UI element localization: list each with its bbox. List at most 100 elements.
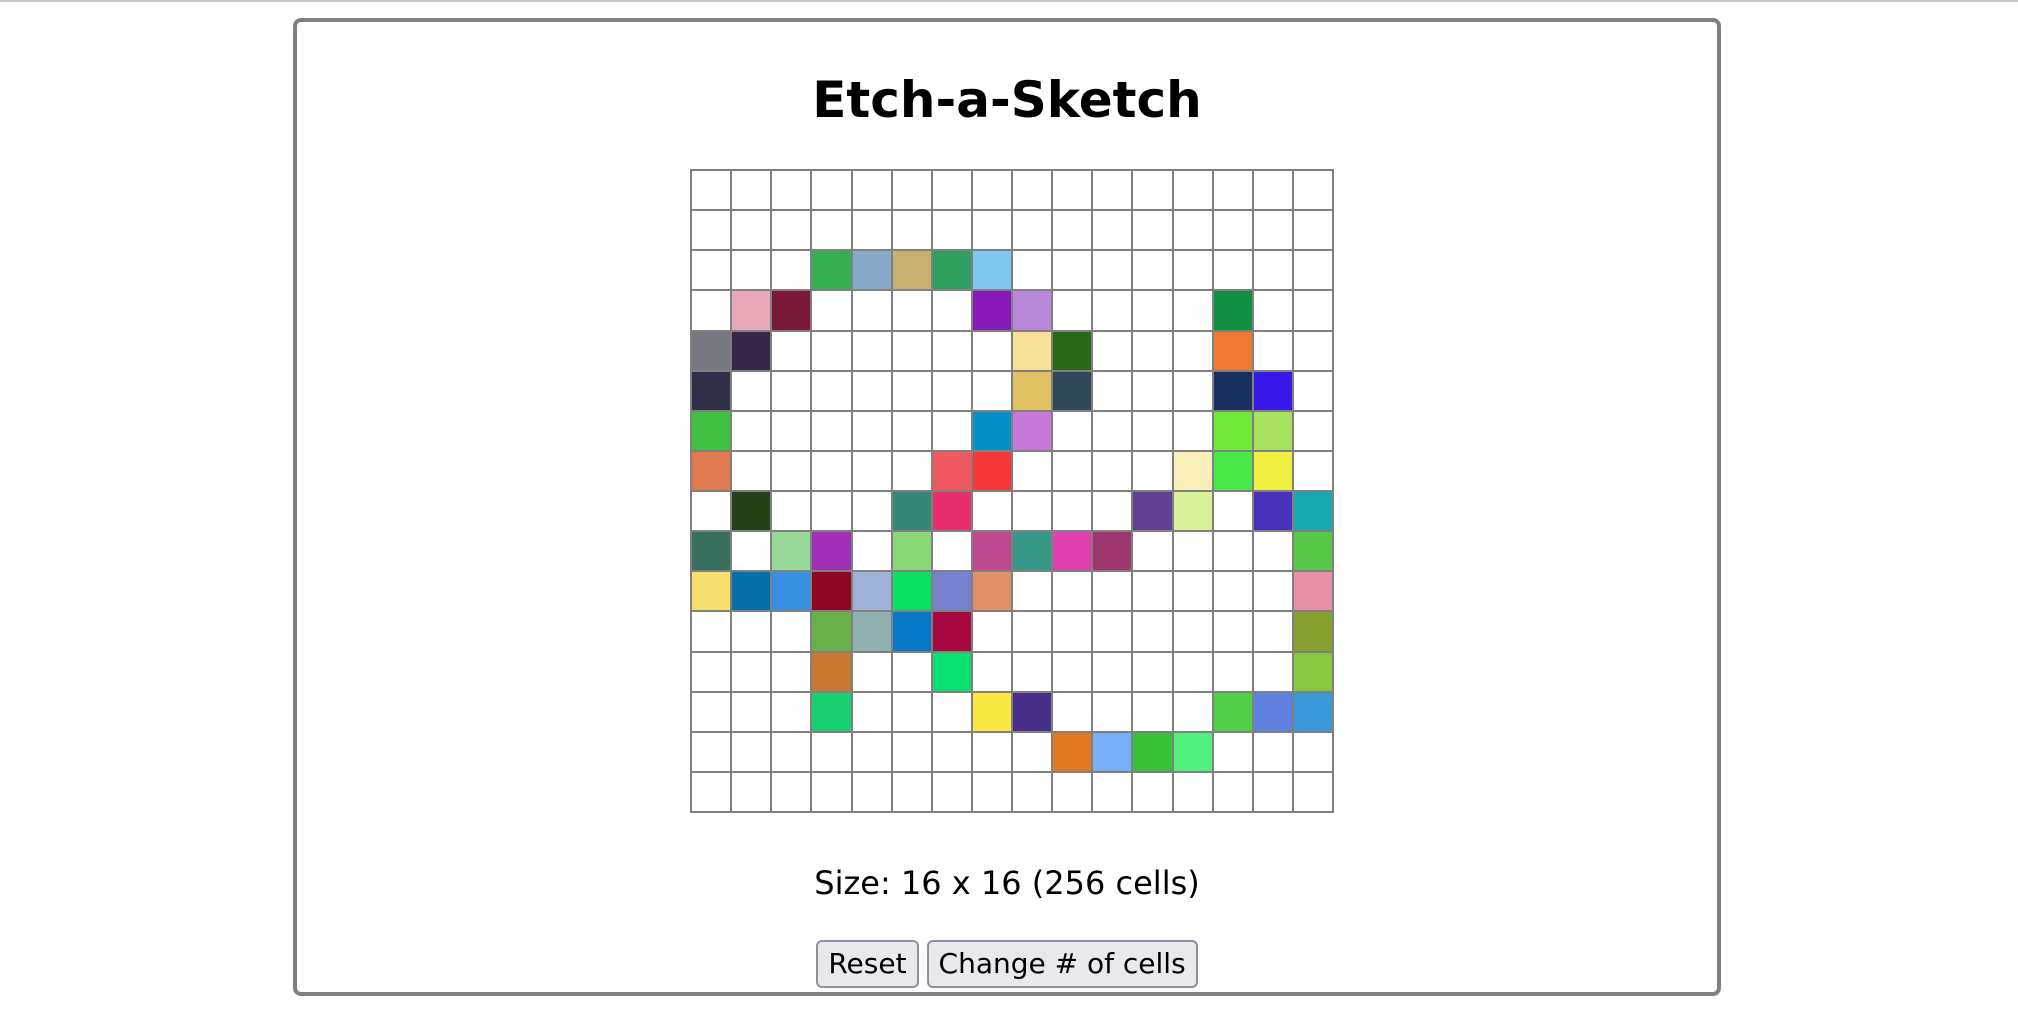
grid-cell[interactable] [1131,650,1174,693]
grid-cell[interactable] [1291,289,1334,332]
grid-cell[interactable] [770,490,813,533]
grid-cell[interactable] [1291,730,1334,773]
grid-cell[interactable] [850,690,893,733]
grid-cell[interactable] [810,490,853,533]
grid-cell[interactable] [890,690,933,733]
grid-cell[interactable] [970,770,1013,813]
grid-cell[interactable] [690,650,733,693]
grid-cell[interactable] [1091,209,1134,252]
grid-cell[interactable] [770,369,813,412]
grid-cell[interactable] [730,449,773,492]
grid-cell[interactable] [1171,690,1214,733]
grid-cell[interactable] [1131,530,1174,573]
grid-cell[interactable] [730,289,773,332]
grid-cell[interactable] [1091,730,1134,773]
grid-cell[interactable] [1211,490,1254,533]
grid-cell[interactable] [810,169,853,212]
grid-cell[interactable] [810,690,853,733]
grid-cell[interactable] [1171,209,1214,252]
grid-cell[interactable] [1211,449,1254,492]
grid-cell[interactable] [890,409,933,452]
grid-cell[interactable] [1051,610,1094,653]
grid-cell[interactable] [810,530,853,573]
grid-cell[interactable] [890,449,933,492]
grid-cell[interactable] [970,690,1013,733]
grid-cell[interactable] [1211,329,1254,372]
grid-cell[interactable] [730,329,773,372]
grid-cell[interactable] [1171,730,1214,773]
grid-cell[interactable] [1171,530,1214,573]
grid-cell[interactable] [690,169,733,212]
grid-cell[interactable] [970,409,1013,452]
grid-cell[interactable] [1091,530,1134,573]
grid-cell[interactable] [1171,249,1214,292]
grid-cell[interactable] [1011,570,1054,613]
grid-cell[interactable] [1091,329,1134,372]
grid-cell[interactable] [1131,329,1174,372]
grid-cell[interactable] [1291,650,1334,693]
grid-cell[interactable] [1051,490,1094,533]
grid-cell[interactable] [970,289,1013,332]
grid-cell[interactable] [1051,730,1094,773]
grid-cell[interactable] [1211,570,1254,613]
grid-cell[interactable] [810,770,853,813]
grid-cell[interactable] [890,249,933,292]
grid-cell[interactable] [1171,449,1214,492]
grid-cell[interactable] [850,490,893,533]
grid-cell[interactable] [850,610,893,653]
grid-cell[interactable] [1091,650,1134,693]
grid-cell[interactable] [730,490,773,533]
grid-cell[interactable] [1211,730,1254,773]
grid-cell[interactable] [850,650,893,693]
grid-cell[interactable] [850,369,893,412]
grid-cell[interactable] [970,570,1013,613]
grid-cell[interactable] [850,249,893,292]
grid-cell[interactable] [810,570,853,613]
grid-cell[interactable] [1011,169,1054,212]
sketch-grid[interactable] [690,169,1334,813]
grid-cell[interactable] [1131,169,1174,212]
grid-cell[interactable] [770,610,813,653]
grid-cell[interactable] [1291,249,1334,292]
grid-cell[interactable] [690,449,733,492]
grid-cell[interactable] [1171,490,1214,533]
grid-cell[interactable] [1251,490,1294,533]
grid-cell[interactable] [1211,650,1254,693]
grid-cell[interactable] [690,369,733,412]
grid-cell[interactable] [1131,570,1174,613]
grid-cell[interactable] [810,289,853,332]
grid-cell[interactable] [1291,169,1334,212]
grid-cell[interactable] [850,530,893,573]
grid-cell[interactable] [1011,409,1054,452]
grid-cell[interactable] [970,449,1013,492]
grid-cell[interactable] [930,209,973,252]
grid-cell[interactable] [770,329,813,372]
change-cells-button[interactable]: Change # of cells [926,940,1198,988]
grid-cell[interactable] [1011,650,1054,693]
grid-cell[interactable] [850,770,893,813]
grid-cell[interactable] [1051,369,1094,412]
grid-cell[interactable] [890,209,933,252]
grid-cell[interactable] [1291,570,1334,613]
grid-cell[interactable] [1251,730,1294,773]
grid-cell[interactable] [890,329,933,372]
grid-cell[interactable] [1131,610,1174,653]
grid-cell[interactable] [690,209,733,252]
grid-cell[interactable] [1091,249,1134,292]
grid-cell[interactable] [730,770,773,813]
grid-cell[interactable] [1011,730,1054,773]
grid-cell[interactable] [1251,409,1294,452]
grid-cell[interactable] [770,169,813,212]
grid-cell[interactable] [890,289,933,332]
grid-cell[interactable] [970,490,1013,533]
grid-cell[interactable] [1131,369,1174,412]
grid-cell[interactable] [1211,530,1254,573]
grid-cell[interactable] [770,209,813,252]
grid-cell[interactable] [1171,650,1214,693]
grid-cell[interactable] [1051,570,1094,613]
grid-cell[interactable] [930,490,973,533]
grid-cell[interactable] [770,650,813,693]
grid-cell[interactable] [930,449,973,492]
grid-cell[interactable] [850,730,893,773]
grid-cell[interactable] [970,730,1013,773]
